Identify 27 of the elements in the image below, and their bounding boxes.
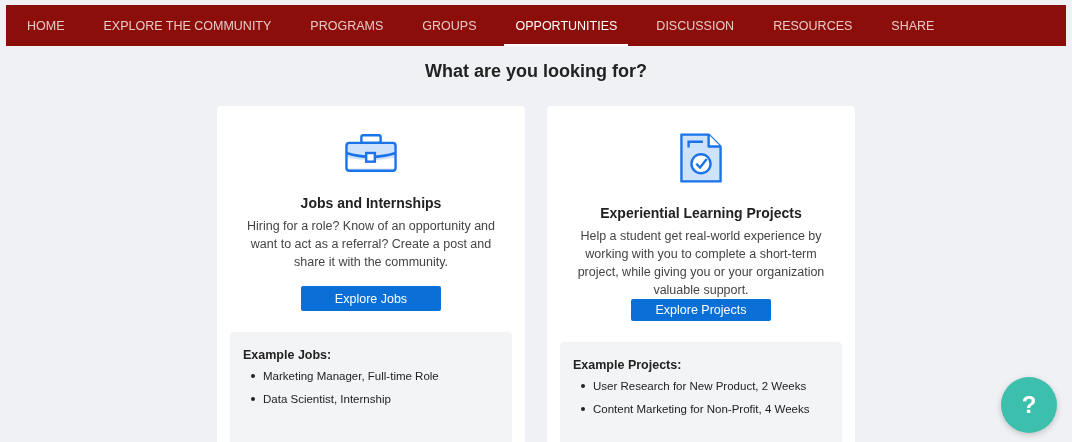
- example-item: User Research for New Product, 2 Weeks: [593, 380, 807, 393]
- briefcase-icon: [345, 133, 397, 174]
- nav-tab[interactable]: EXPLORE THE COMMUNITY: [92, 5, 283, 46]
- example-item: Marketing Manager, Full-time Role: [263, 370, 439, 382]
- nav-tab[interactable]: RESOURCES: [762, 5, 864, 46]
- card-description: Help a student get real-world experience by working with you to complete a short-term project, while giving you or your organization valuable support.: [576, 228, 826, 299]
- explore-button[interactable]: Explore Jobs: [301, 286, 441, 311]
- examples-title: Example Jobs:: [243, 348, 333, 362]
- nav-tab[interactable]: GROUPS: [411, 5, 488, 46]
- nav-tab[interactable]: DISCUSSION: [645, 5, 746, 46]
- nav-tab[interactable]: OPPORTUNITIES: [504, 5, 629, 46]
- explore-button[interactable]: Explore Projects: [631, 299, 771, 322]
- nav-tab[interactable]: SHARE: [880, 5, 946, 46]
- nav-tab[interactable]: PROGRAMS: [299, 5, 395, 46]
- page-heading: What are you looking for?: [425, 61, 647, 82]
- bullet-icon: [251, 397, 255, 401]
- examples-title: Example Projects:: [573, 358, 683, 373]
- bullet-icon: [581, 407, 585, 412]
- nav-tab[interactable]: HOME: [16, 5, 76, 46]
- card-title: Jobs and Internships: [300, 195, 442, 212]
- bullet-icon: [251, 374, 255, 378]
- document-check-icon: [680, 132, 722, 184]
- example-item: Data Scientist, Internship: [263, 393, 391, 405]
- card-title: Experiential Learning Projects: [600, 205, 802, 221]
- example-item: Content Marketing for Non-Profit, 4 Weeks: [593, 403, 810, 416]
- card-description: Hiring for a role? Know of an opportunity and want to act as a referral? Create a post and share it with the community.: [245, 218, 497, 272]
- bullet-icon: [581, 384, 585, 389]
